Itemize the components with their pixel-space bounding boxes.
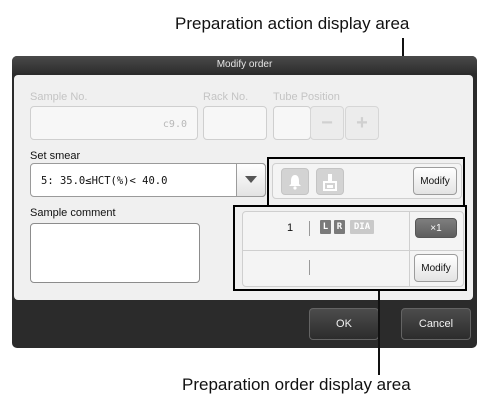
- preparation-order-callout-line: [378, 291, 380, 375]
- sample-no-value: c9.0: [162, 119, 187, 130]
- tube-position-label: Tube Position: [273, 91, 340, 103]
- cancel-button[interactable]: Cancel: [401, 308, 471, 340]
- sample-no-label: Sample No.: [30, 91, 88, 103]
- tube-plus-button[interactable]: +: [345, 106, 379, 140]
- rack-no-field[interactable]: [203, 106, 267, 140]
- dialog-title: Modify order: [12, 56, 477, 73]
- preparation-order-callout-label: Preparation order display area: [182, 375, 411, 394]
- set-smear-label: Set smear: [30, 150, 81, 162]
- cancel-label: Cancel: [418, 318, 454, 330]
- sample-comment-field[interactable]: [30, 223, 200, 283]
- minus-label: −: [321, 111, 333, 134]
- set-smear-value: 5: 35.0≤HCT(%)< 40.0: [41, 175, 168, 187]
- sample-comment-label: Sample comment: [30, 207, 116, 219]
- sample-no-field[interactable]: c9.0: [30, 106, 198, 140]
- ok-button[interactable]: OK: [309, 308, 379, 340]
- tube-minus-button[interactable]: −: [310, 106, 344, 140]
- dropdown-arrow-icon: [245, 176, 257, 183]
- tube-position-field[interactable]: [273, 106, 311, 140]
- plus-label: +: [356, 111, 368, 134]
- set-smear-select[interactable]: 5: 35.0≤HCT(%)< 40.0: [30, 163, 266, 197]
- ok-label: OK: [336, 318, 352, 330]
- preparation-order-highlight: [233, 205, 467, 291]
- set-smear-dropdown-button[interactable]: [236, 163, 266, 197]
- preparation-action-highlight: [267, 157, 465, 207]
- preparation-action-callout-label: Preparation action display area: [175, 14, 410, 33]
- rack-no-label: Rack No.: [203, 91, 249, 103]
